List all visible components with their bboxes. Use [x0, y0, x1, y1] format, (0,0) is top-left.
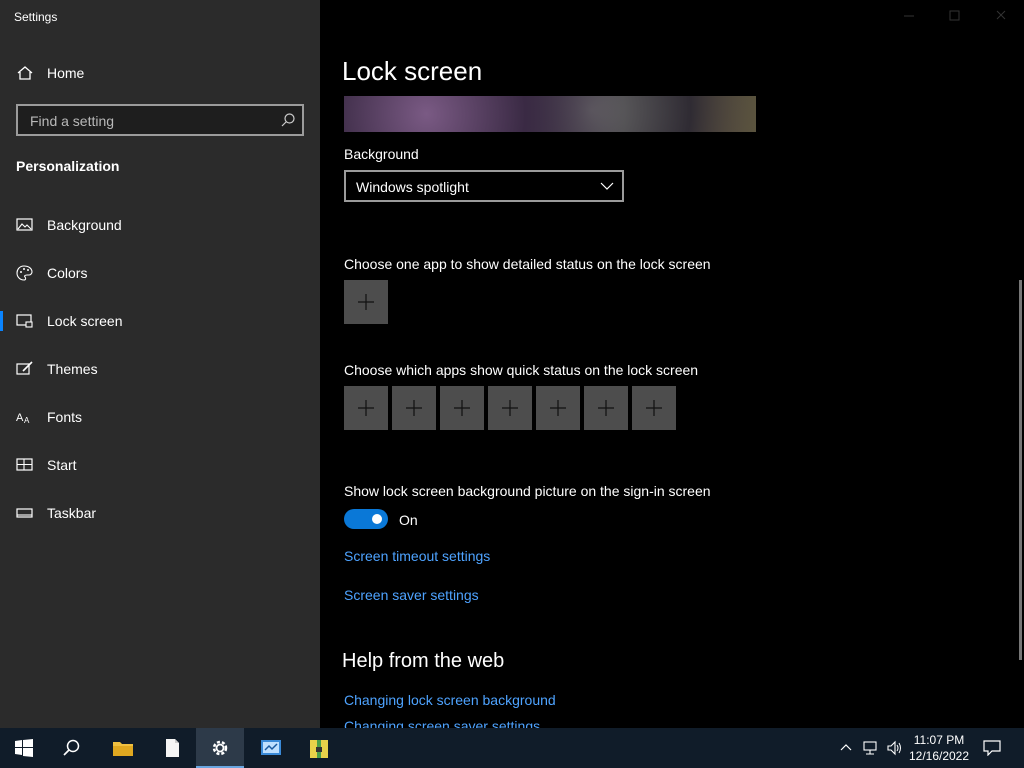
- plus-icon: [358, 400, 374, 416]
- network-icon[interactable]: [862, 740, 878, 756]
- background-label: Background: [344, 146, 419, 162]
- start-grid-icon: [16, 457, 34, 473]
- screen-saver-link[interactable]: Screen saver settings: [344, 587, 479, 603]
- search-taskbar-button[interactable]: [48, 728, 96, 768]
- main-content: Lock screen Background Windows spotlight…: [320, 0, 1024, 728]
- chevron-up-icon[interactable]: [838, 740, 854, 756]
- help-link[interactable]: Changing screen saver settings: [344, 718, 540, 728]
- page-title: Lock screen: [342, 56, 483, 86]
- archive-button[interactable]: [294, 728, 342, 768]
- file-explorer-icon: [113, 742, 133, 756]
- svg-text:A: A: [24, 416, 30, 425]
- taskbar: [0, 728, 1024, 768]
- background-dropdown[interactable]: Windows spotlight: [344, 170, 624, 202]
- help-link[interactable]: Changing lock screen background: [344, 692, 556, 708]
- control-panel-button[interactable]: [246, 728, 294, 768]
- start-icon: [15, 739, 33, 757]
- plus-icon: [358, 294, 374, 310]
- maximize-icon[interactable]: [948, 8, 962, 22]
- section-title: Personalization: [16, 158, 120, 174]
- file-explorer-button[interactable]: [98, 728, 146, 768]
- plus-icon: [406, 400, 422, 416]
- control-panel-icon: [261, 740, 281, 755]
- chevron-down-icon: [600, 179, 614, 193]
- sidebar-item-background[interactable]: Background: [0, 205, 320, 245]
- search-icon: [63, 739, 80, 756]
- lock-screen-preview-image: [344, 96, 756, 132]
- plus-icon: [598, 400, 614, 416]
- sidebar-item-lock-screen[interactable]: Lock screen: [0, 301, 320, 341]
- clock[interactable]: 11:07 PM 12/16/2022: [904, 732, 974, 764]
- add-quick-status-app-button[interactable]: [632, 386, 676, 430]
- app-title: Settings: [14, 10, 58, 24]
- detailed-status-label: Choose one app to show detailed status o…: [344, 256, 711, 272]
- start-button[interactable]: [0, 728, 48, 768]
- minimize-icon[interactable]: [902, 8, 916, 22]
- show-bg-signin-label: Show lock screen background picture on t…: [344, 483, 711, 499]
- sidebar-item-start[interactable]: Start: [0, 445, 320, 485]
- home-icon: [16, 65, 34, 81]
- archive-icon: [310, 740, 328, 758]
- palette-icon: [16, 265, 34, 281]
- clock-date: 12/16/2022: [908, 749, 970, 763]
- add-quick-status-app-button[interactable]: [488, 386, 532, 430]
- search-icon[interactable]: [280, 112, 296, 128]
- font-icon: AA: [16, 409, 34, 425]
- plus-icon: [502, 400, 518, 416]
- dropdown-value: Windows spotlight: [356, 179, 469, 195]
- svg-text:A: A: [16, 412, 24, 424]
- sidebar: Settings Home Personalization Background…: [0, 0, 320, 728]
- scrollbar[interactable]: [1019, 280, 1022, 660]
- sidebar-item-label: Fonts: [47, 409, 83, 425]
- screen-timeout-link[interactable]: Screen timeout settings: [344, 548, 490, 564]
- sidebar-item-label: Lock screen: [47, 313, 123, 329]
- volume-icon[interactable]: [886, 740, 902, 756]
- sidebar-item-taskbar[interactable]: Taskbar: [0, 493, 320, 533]
- sidebar-item-label: Start: [47, 457, 77, 473]
- brush-icon: [16, 361, 34, 377]
- toggle-state-text: On: [399, 512, 418, 528]
- sidebar-item-label: Colors: [47, 265, 88, 281]
- home-label: Home: [47, 65, 85, 81]
- add-quick-status-app-button[interactable]: [392, 386, 436, 430]
- help-title: Help from the web: [342, 650, 505, 672]
- taskbar-icon: [16, 505, 34, 521]
- add-quick-status-app-button[interactable]: [584, 386, 628, 430]
- sidebar-item-fonts[interactable]: AA Fonts: [0, 397, 320, 437]
- home-nav-item[interactable]: Home: [0, 53, 320, 93]
- add-quick-status-app-button[interactable]: [536, 386, 580, 430]
- add-quick-status-app-button[interactable]: [344, 386, 388, 430]
- close-icon[interactable]: [994, 8, 1008, 22]
- plus-icon: [454, 400, 470, 416]
- notification-icon[interactable]: [983, 740, 1001, 757]
- quick-status-label: Choose which apps show quick status on t…: [344, 362, 699, 378]
- plus-icon: [550, 400, 566, 416]
- add-quick-status-app-button[interactable]: [440, 386, 484, 430]
- search-input[interactable]: [28, 110, 272, 132]
- notepad-icon: [166, 739, 179, 757]
- picture-icon: [16, 217, 34, 233]
- notepad-button[interactable]: [148, 728, 196, 768]
- lock-screen-icon: [16, 313, 34, 329]
- clock-time: 11:07 PM: [913, 733, 965, 747]
- sidebar-item-label: Background: [47, 217, 122, 233]
- sidebar-item-themes[interactable]: Themes: [0, 349, 320, 389]
- find-setting-search: [16, 104, 304, 136]
- settings-icon: [212, 740, 228, 756]
- sidebar-item-label: Taskbar: [47, 505, 97, 521]
- settings-button[interactable]: [196, 728, 244, 768]
- show-bg-signin-toggle[interactable]: [344, 509, 388, 529]
- sidebar-item-label: Themes: [47, 361, 98, 377]
- add-detailed-status-app-button[interactable]: [344, 280, 388, 324]
- plus-icon: [646, 400, 662, 416]
- sidebar-item-colors[interactable]: Colors: [0, 253, 320, 293]
